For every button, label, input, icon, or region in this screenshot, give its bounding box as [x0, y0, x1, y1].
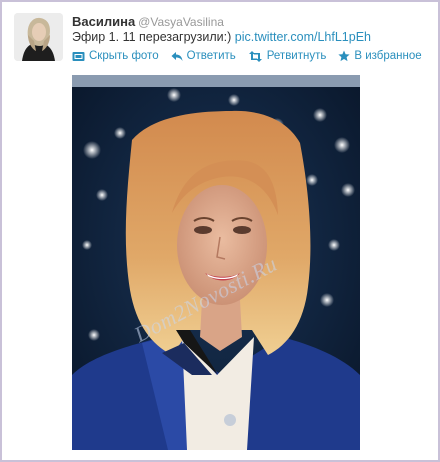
tweet-body: Эфир 1. 11 перезагрузили:): [72, 30, 232, 44]
reply-label: Ответить: [186, 50, 236, 62]
photo-icon: [72, 51, 85, 61]
retweet-icon: [248, 50, 262, 62]
star-icon: [338, 50, 350, 62]
tweet-header: Василина @VasyaVasilina: [72, 13, 224, 31]
tweet-photo[interactable]: Dom2Novosti.Ru: [72, 75, 360, 450]
avatar-image: [14, 13, 63, 61]
retweet-label: Ретвитнуть: [266, 50, 327, 62]
display-name[interactable]: Василина: [72, 14, 135, 29]
retweet-button[interactable]: Ретвитнуть: [248, 50, 327, 62]
photo-image: [72, 75, 360, 450]
reply-button[interactable]: Ответить: [171, 50, 236, 62]
favorite-button[interactable]: В избранное: [338, 50, 422, 62]
tweet-actions: Скрыть фото Ответить Ретвитнуть В избран…: [72, 50, 422, 62]
hide-photo-label: Скрыть фото: [89, 50, 159, 62]
reply-icon: [171, 51, 183, 61]
hide-photo-button[interactable]: Скрыть фото: [72, 50, 159, 62]
username-handle[interactable]: @VasyaVasilina: [138, 15, 224, 29]
photo-link[interactable]: pic.twitter.com/LhfL1pEh: [235, 30, 371, 44]
tweet-text: Эфир 1. 11 перезагрузили:) pic.twitter.c…: [72, 30, 371, 44]
tweet-card: Василина @VasyaVasilina Эфир 1. 11 переза…: [0, 0, 440, 462]
favorite-label: В избранное: [354, 50, 422, 62]
avatar[interactable]: [14, 13, 63, 61]
